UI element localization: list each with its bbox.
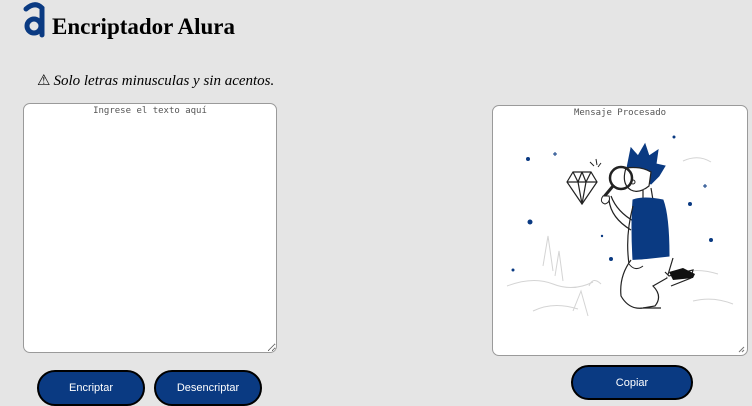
person-magnifier-illustration (506, 135, 734, 317)
text-input[interactable] (23, 103, 277, 353)
output-panel: Mensaje Procesado (492, 105, 748, 356)
decrypt-button[interactable]: Desencriptar (154, 370, 262, 406)
copy-button[interactable]: Copiar (571, 365, 693, 400)
warning-message: ⚠ Solo letras minusculas y sin acentos. (37, 71, 274, 90)
resize-grip-icon[interactable] (738, 346, 745, 353)
app-title: Encriptador Alura (52, 14, 235, 39)
warning-text: Solo letras minusculas y sin acentos. (53, 73, 275, 89)
alura-logo-icon (23, 2, 45, 38)
warning-icon: ⚠ (37, 73, 51, 89)
output-label: Mensaje Procesado (573, 108, 667, 118)
encrypt-button[interactable]: Encriptar (37, 370, 145, 406)
